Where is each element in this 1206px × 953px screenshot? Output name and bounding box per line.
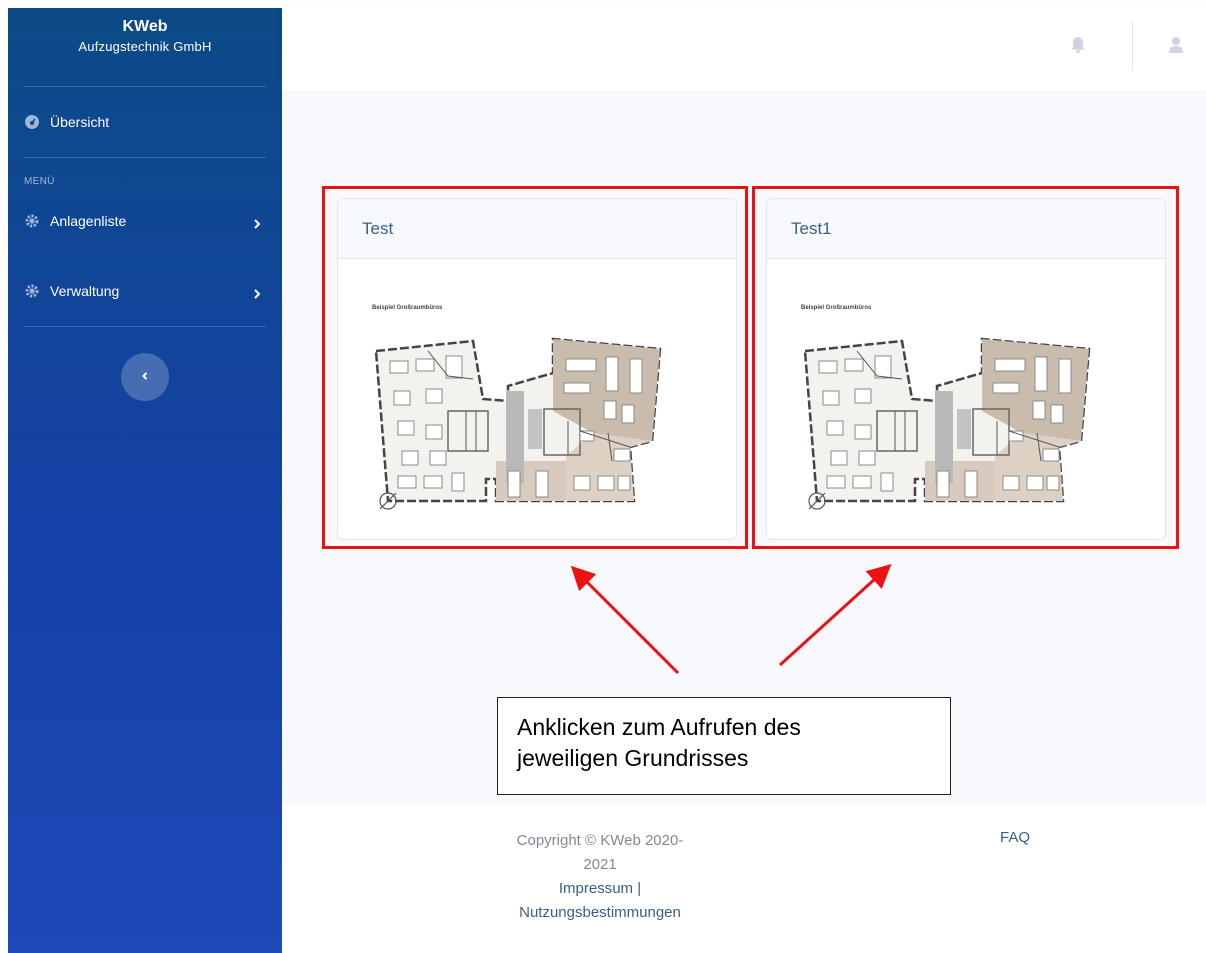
annotation-line: Anklicken zum Aufrufen des xyxy=(517,714,801,740)
annotation-line: jeweiligen Grundrisses xyxy=(517,745,749,771)
floorplan-image xyxy=(803,337,1091,510)
brand-name: KWeb xyxy=(122,18,168,35)
faq-link[interactable]: FAQ xyxy=(1000,829,1030,846)
floorplan-image xyxy=(374,337,662,510)
card-body: Beispiel Großraumbüros xyxy=(767,259,1165,538)
chevron-left-icon xyxy=(140,368,150,386)
footer: Copyright © KWeb 2020- 2021 Impressum | … xyxy=(282,805,1206,953)
sidebar-item-anlagenliste[interactable]: Anlagenliste xyxy=(8,186,282,256)
card-title: Test xyxy=(338,199,736,259)
copyright: Copyright © KWeb 2020- 2021 Impressum | … xyxy=(488,829,712,925)
chevron-right-icon xyxy=(252,216,262,229)
gear-icon xyxy=(24,213,40,229)
sidebar-item-verwaltung[interactable]: Verwaltung xyxy=(8,256,282,326)
chevron-right-icon xyxy=(252,286,262,299)
plan-caption: Beispiel Großraumbüros xyxy=(372,305,443,311)
card-body: Beispiel Großraumbüros xyxy=(338,259,736,538)
divider xyxy=(1132,22,1133,70)
copyright-year: 2021 xyxy=(583,856,617,873)
sidebar-item-overview[interactable]: Übersicht xyxy=(8,87,282,157)
card-title: Test1 xyxy=(767,199,1165,259)
sidebar-toggle-button[interactable] xyxy=(121,353,169,401)
section-heading: MENÜ xyxy=(24,176,55,187)
copyright-text: Copyright © KWeb 2020- xyxy=(516,832,684,849)
sidebar-item-label: Anlagenliste xyxy=(50,213,127,229)
bell-icon[interactable] xyxy=(1070,36,1086,59)
plan-caption: Beispiel Großraumbüros xyxy=(801,305,872,311)
sidebar-item-label: Verwaltung xyxy=(50,283,120,299)
sidebar-item-label: Übersicht xyxy=(50,114,110,130)
brand[interactable]: KWeb Aufzugstechnik GmbH xyxy=(8,8,282,86)
topbar xyxy=(282,8,1206,90)
gear-icon xyxy=(24,283,40,299)
floorplan-card[interactable]: Test Beispiel Großraumbüros xyxy=(337,198,737,540)
dashboard-icon xyxy=(24,114,40,130)
floorplan-card[interactable]: Test1 Beispiel Großraumbüros xyxy=(766,198,1166,540)
sidebar: KWeb Aufzugstechnik GmbH Übersicht MENÜ … xyxy=(8,8,282,953)
annotation-callout: Anklicken zum Aufrufen des jeweiligen Gr… xyxy=(497,697,951,795)
divider xyxy=(24,326,266,327)
user-icon[interactable] xyxy=(1168,36,1184,59)
terms-link[interactable]: Nutzungsbestimmungen xyxy=(488,901,712,925)
brand-subtitle: Aufzugstechnik GmbH xyxy=(78,39,212,54)
impressum-link[interactable]: Impressum | xyxy=(488,877,712,901)
